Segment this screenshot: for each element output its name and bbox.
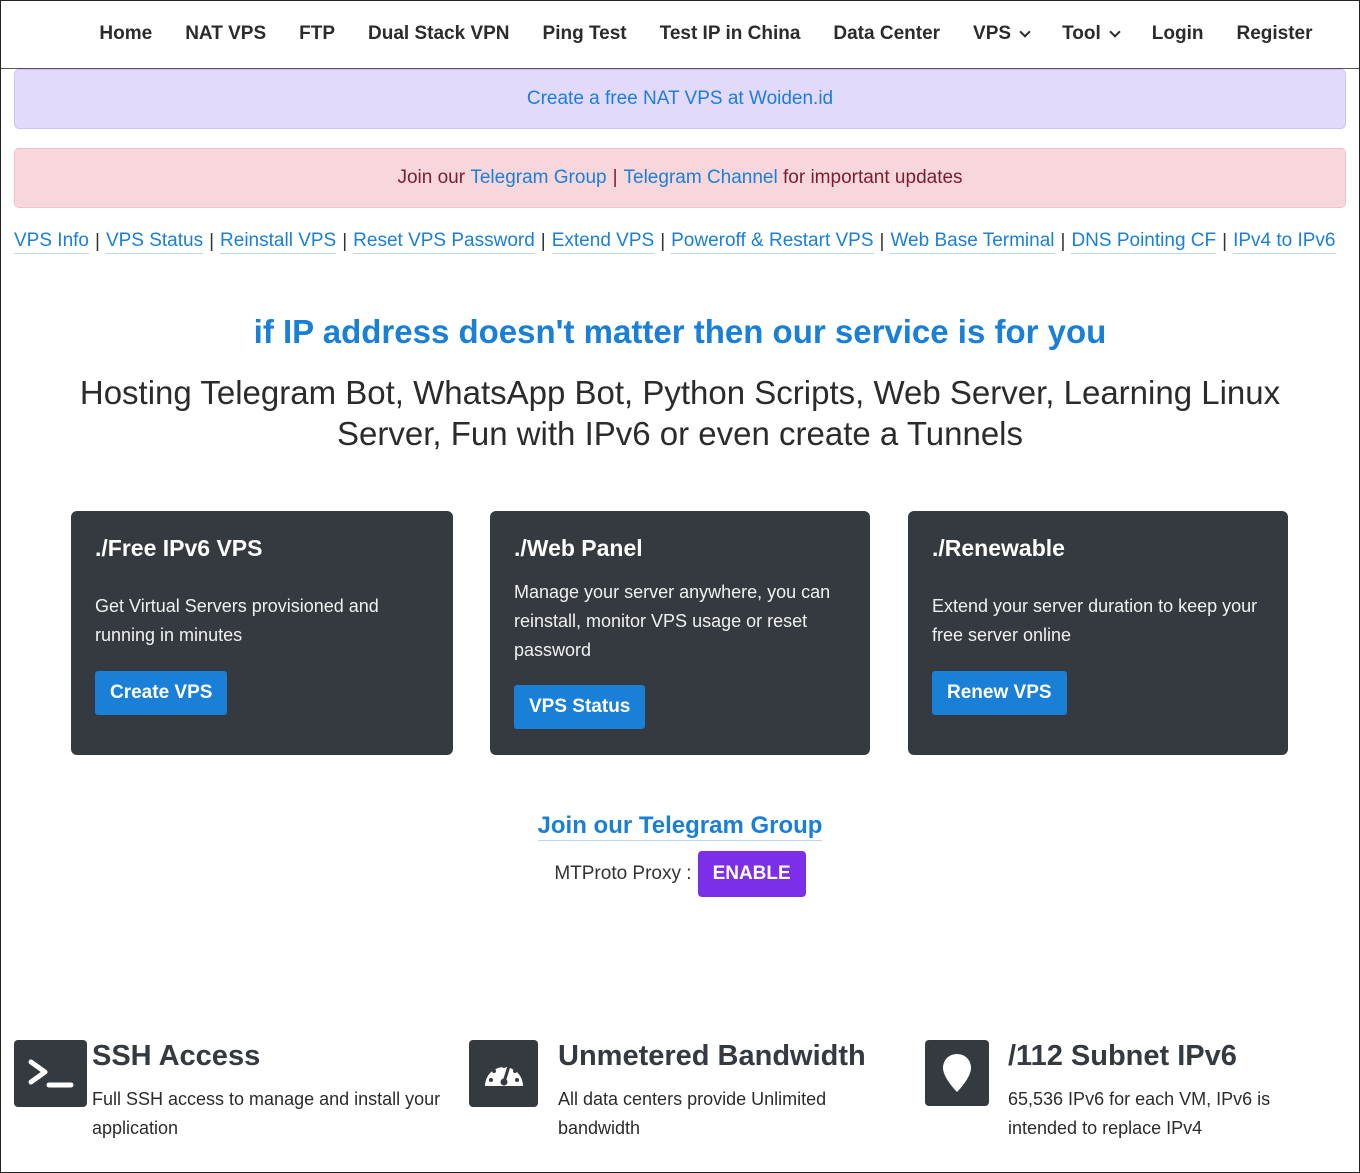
separator: | xyxy=(540,231,546,252)
telegram-alert-suffix: for important updates xyxy=(783,167,963,188)
map-pin-icon xyxy=(925,1040,989,1106)
separator: | xyxy=(1060,231,1066,252)
speedometer-icon xyxy=(469,1040,538,1107)
feature-title: SSH Access xyxy=(92,1040,261,1072)
promo-link[interactable]: Create a free NAT VPS at Woiden.id xyxy=(527,88,833,110)
card-renewable: ./Renewable Extend your server duration … xyxy=(908,511,1288,755)
card-title: ./Free IPv6 VPS xyxy=(95,535,263,561)
separator: | xyxy=(95,231,100,252)
separator: | xyxy=(879,231,885,252)
nav-home[interactable]: Home xyxy=(83,23,169,45)
telegram-alert-prefix: Join our xyxy=(397,167,466,188)
link-vps-info[interactable]: VPS Info xyxy=(14,230,89,254)
link-web-terminal[interactable]: Web Base Terminal xyxy=(890,230,1055,254)
separator: | xyxy=(209,231,215,252)
separator: | xyxy=(1222,231,1228,252)
card-free-ipv6-vps: ./Free IPv6 VPS Get Virtual Servers prov… xyxy=(71,511,453,755)
nav-tool-label: Tool xyxy=(1062,23,1101,44)
feature-text: 65,536 IPv6 for each VM, IPv6 is intende… xyxy=(1008,1089,1271,1138)
hero-subtitle: Hosting Telegram Bot, WhatsApp Bot, Pyth… xyxy=(79,374,1281,452)
telegram-channel-link[interactable]: Telegram Channel xyxy=(624,167,778,189)
nav-tool-dropdown[interactable]: Tool xyxy=(1046,23,1136,45)
quick-links: VPS Info | VPS Status | Reinstall VPS | … xyxy=(14,230,1336,254)
card-text: Manage your server anywhere, you can rei… xyxy=(514,582,831,660)
link-poweroff-restart[interactable]: Poweroff & Restart VPS xyxy=(671,230,874,254)
nav-ftp[interactable]: FTP xyxy=(283,23,352,45)
feature-title: /112 Subnet IPv6 xyxy=(1008,1040,1237,1072)
join-section: Join our Telegram Group xyxy=(0,812,1360,841)
link-vps-status[interactable]: VPS Status xyxy=(105,230,204,254)
link-extend-vps[interactable]: Extend VPS xyxy=(551,230,655,254)
nav-vps-dropdown[interactable]: VPS xyxy=(957,23,1046,45)
nav-ping-test[interactable]: Ping Test xyxy=(526,23,643,45)
nav-test-ip-china[interactable]: Test IP in China xyxy=(643,23,817,45)
create-vps-button[interactable]: Create VPS xyxy=(95,671,228,715)
hero-title: if IP address doesn't matter then our se… xyxy=(253,313,1107,350)
link-reinstall-vps[interactable]: Reinstall VPS xyxy=(220,230,337,254)
link-reset-vps-password[interactable]: Reset VPS Password xyxy=(353,230,535,254)
separator: | xyxy=(612,167,618,188)
promo-alert: Create a free NAT VPS at Woiden.id xyxy=(14,69,1346,129)
terminal-icon xyxy=(14,1040,87,1107)
vps-status-button[interactable]: VPS Status xyxy=(514,685,646,729)
navbar: Home NAT VPS FTP Dual Stack VPN Ping Tes… xyxy=(1,1,1359,69)
nav-dual-stack-vpn[interactable]: Dual Stack VPN xyxy=(352,23,527,45)
nav-data-center[interactable]: Data Center xyxy=(817,23,957,45)
proxy-row: MTProto Proxy : ENABLE xyxy=(0,851,1360,897)
nav-login[interactable]: Login xyxy=(1135,23,1220,45)
separator: | xyxy=(342,231,348,252)
link-ipv4-to-ipv6[interactable]: IPv4 to IPv6 xyxy=(1233,230,1336,254)
nav-menu: Home NAT VPS FTP Dual Stack VPN Ping Tes… xyxy=(83,1,1329,67)
chevron-down-icon xyxy=(1109,25,1121,38)
card-title: ./Renewable xyxy=(932,535,1065,561)
card-web-panel: ./Web Panel Manage your server anywhere,… xyxy=(490,511,870,755)
chevron-down-icon xyxy=(1019,25,1031,38)
telegram-alert: Join our Telegram Group | Telegram Chann… xyxy=(14,148,1346,208)
separator: | xyxy=(660,231,666,252)
feature-text: Full SSH access to manage and install yo… xyxy=(92,1089,441,1138)
link-dns-pointing[interactable]: DNS Pointing CF xyxy=(1071,230,1217,254)
telegram-group-link[interactable]: Telegram Group xyxy=(470,167,606,189)
feature-text: All data centers provide Unlimited bandw… xyxy=(558,1089,827,1138)
join-telegram-link[interactable]: Join our Telegram Group xyxy=(537,812,823,841)
proxy-label: MTProto Proxy : xyxy=(554,863,692,884)
nav-vps-label: VPS xyxy=(973,23,1012,44)
feature-title: Unmetered Bandwidth xyxy=(558,1040,866,1072)
nav-nat-vps[interactable]: NAT VPS xyxy=(169,23,283,45)
enable-proxy-button[interactable]: ENABLE xyxy=(697,851,806,897)
card-title: ./Web Panel xyxy=(514,535,643,561)
card-text: Get Virtual Servers provisioned and runn… xyxy=(95,596,379,645)
nav-register[interactable]: Register xyxy=(1220,23,1329,45)
renew-vps-button[interactable]: Renew VPS xyxy=(932,671,1067,715)
card-text: Extend your server duration to keep your… xyxy=(932,596,1258,645)
